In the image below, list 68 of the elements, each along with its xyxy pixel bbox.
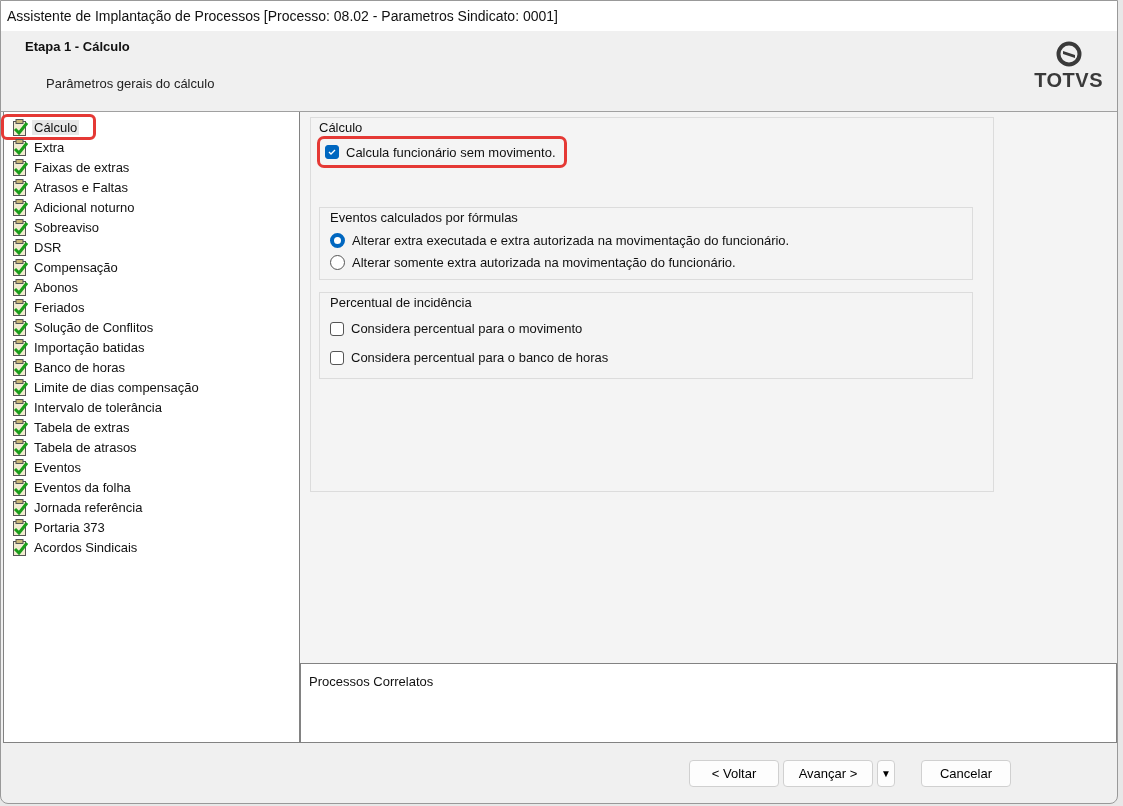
clipboard-check-icon	[12, 158, 28, 176]
wizard-button[interactable]: Avançar >	[783, 759, 873, 787]
tree-item[interactable]: Importação batidas	[32, 339, 147, 355]
radio-button[interactable]	[330, 232, 345, 248]
clipboard-check-icon	[12, 118, 28, 136]
tree-item[interactable]: Atrasos e Faltas	[32, 179, 130, 195]
tree-item[interactable]: Faixas de extras	[32, 159, 132, 175]
tree-item[interactable]: Eventos da folha	[32, 479, 133, 495]
clipboard-check-icon	[12, 178, 28, 196]
clipboard-check-icon	[12, 138, 28, 156]
clipboard-check-icon	[12, 238, 28, 256]
group-title: Cálculo	[319, 120, 363, 135]
clipboard-check-icon	[12, 218, 28, 236]
clipboard-check-icon	[12, 498, 28, 516]
clipboard-check-icon	[12, 458, 28, 476]
clipboard-check-icon	[12, 358, 28, 376]
checkbox-label: Calcula funcionário sem movimento.	[346, 144, 556, 160]
wizard-button[interactable]: < Voltar	[689, 759, 779, 787]
radio-button[interactable]	[330, 254, 345, 270]
radio-label: Alterar somente extra autorizada na movimentação do funcionário.	[352, 254, 736, 270]
clipboard-check-icon	[12, 478, 28, 496]
check-icon	[327, 147, 337, 157]
clipboard-check-icon	[12, 518, 28, 536]
clipboard-check-icon	[12, 318, 28, 336]
clipboard-check-icon	[12, 278, 28, 296]
tree-item[interactable]: Limite de dias compensação	[32, 379, 201, 395]
clipboard-check-icon	[12, 438, 28, 456]
group-title: Eventos calculados por fórmulas	[330, 210, 518, 225]
tree-item[interactable]: DSR	[32, 239, 64, 255]
logo-text: TOTVS	[1034, 69, 1103, 92]
checkbox[interactable]	[330, 350, 344, 365]
dropdown-button[interactable]: ▼	[877, 759, 895, 787]
tree-item[interactable]: Sobreaviso	[32, 219, 102, 235]
group-title: Percentual de incidência	[330, 295, 472, 310]
wizard-button[interactable]: Cancelar	[921, 759, 1011, 787]
checkbox[interactable]	[325, 145, 339, 159]
step-description: Parâmetros gerais do cálculo	[45, 76, 215, 91]
checkbox[interactable]	[330, 321, 344, 336]
tree-item[interactable]: Extra	[32, 139, 67, 155]
tree-item[interactable]: Tabela de extras	[32, 419, 132, 435]
checkbox-label: Considera percentual para o movimento	[351, 321, 583, 336]
related-title: Processos Correlatos	[309, 674, 434, 689]
radio-label: Alterar extra executada e extra autorizada na movimentação do funcionário.	[352, 232, 790, 248]
clipboard-check-icon	[12, 198, 28, 216]
clipboard-check-icon	[12, 538, 28, 556]
tree-item[interactable]: Feriados	[32, 299, 87, 315]
clipboard-check-icon	[12, 298, 28, 316]
tree-item[interactable]: Tabela de atrasos	[32, 439, 139, 455]
tree-item[interactable]: Cálculo	[32, 119, 80, 135]
step-title: Etapa 1 - Cálculo	[25, 39, 131, 54]
clipboard-check-icon	[12, 378, 28, 396]
tree-item[interactable]: Adicional noturno	[32, 199, 137, 215]
tree-item[interactable]: Compensação	[32, 259, 120, 275]
tree-item[interactable]: Intervalo de tolerância	[32, 399, 164, 415]
logo-icon	[1055, 41, 1082, 67]
window-title: Assistente de Implantação de Processos [Processo: 08.02 - Parametros Sindicato: 0001]	[1, 1, 1117, 31]
clipboard-check-icon	[12, 258, 28, 276]
tree-item[interactable]: Acordos Sindicais	[32, 539, 140, 555]
tree-item[interactable]: Portaria 373	[32, 519, 107, 535]
clipboard-check-icon	[12, 338, 28, 356]
tree-item[interactable]: Abonos	[32, 279, 81, 295]
tree-item[interactable]: Banco de horas	[32, 359, 128, 375]
clipboard-check-icon	[12, 398, 28, 416]
tree-item[interactable]: Eventos	[32, 459, 83, 475]
checkbox-label: Considera percentual para o banco de horas	[351, 350, 609, 365]
clipboard-check-icon	[12, 418, 28, 436]
tree-item[interactable]: Jornada referência	[32, 499, 145, 515]
tree-item[interactable]: Solução de Conflitos	[32, 319, 156, 335]
